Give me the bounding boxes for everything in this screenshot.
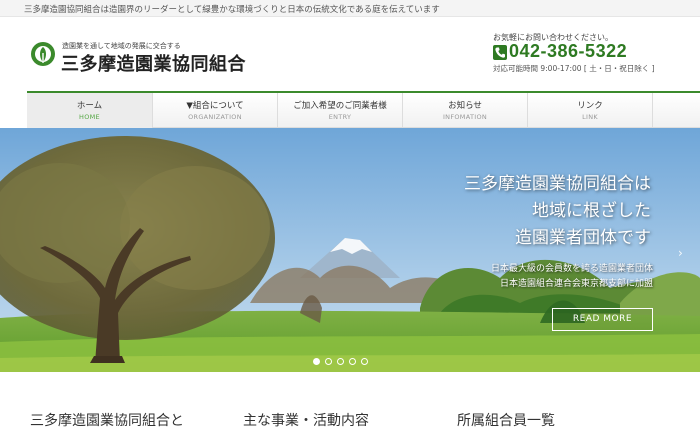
next-slide-arrow-icon[interactable]: › — [678, 246, 690, 262]
phone-number[interactable]: 042-386-5322 — [509, 41, 627, 62]
nav-label: ご加入希望のご同業者様 — [293, 101, 387, 111]
nav-sublabel: ENTRY — [328, 113, 352, 121]
site-header: 造園業を通して地域の発展に交合する 三多摩造園業協同組合 お気軽にお問い合わせく… — [0, 17, 700, 92]
slide-dot[interactable] — [325, 358, 332, 365]
nav-sublabel: HOME — [79, 113, 100, 121]
site-logo-name[interactable]: 三多摩造園業協同組合 — [61, 50, 246, 76]
slide-dot[interactable] — [313, 358, 320, 365]
top-info-text: 三多摩造園協同組合は造園界のリーダーとして緑豊かな環境づくりと日本の伝統文化であ… — [24, 5, 440, 15]
slide-dot[interactable] — [349, 358, 356, 365]
slide-dot[interactable] — [361, 358, 368, 365]
hero-heading-line: 造園業者団体です — [515, 228, 651, 248]
phone-icon — [493, 45, 507, 60]
content-sections: 三多摩造園業協同組合と 主な事業・活動内容 所属組合員一覧 — [0, 372, 700, 440]
nav-sublabel: LINK — [582, 113, 598, 121]
read-more-button[interactable]: READ MORE — [552, 308, 653, 331]
nav-label: ▼組合について — [186, 101, 244, 111]
nav-item-entry[interactable]: ご加入希望のご同業者様 ENTRY — [278, 93, 403, 128]
nav-sublabel: INFOMATION — [442, 113, 488, 121]
nav-item-link[interactable]: リンク LINK — [528, 93, 653, 128]
nav-sublabel: ORGANIZATION — [188, 113, 242, 121]
nav-label: お知らせ — [448, 101, 482, 111]
nav-item-home[interactable]: ホーム HOME — [27, 93, 153, 128]
hero-subtext-line: 日本最大級の会員数を誇る造園業者団体 — [490, 264, 653, 274]
main-nav: ホーム HOME ▼組合について ORGANIZATION ご加入希望のご同業者… — [27, 91, 700, 128]
section-title-about[interactable]: 三多摩造園業協同組合と — [30, 410, 184, 430]
business-hours: 対応可能時間 9:00-17:00 [ 土・日・祝日除く ] — [493, 64, 655, 73]
section-title-members[interactable]: 所属組合員一覧 — [457, 410, 555, 430]
section-title-activities[interactable]: 主な事業・活動内容 — [243, 410, 369, 430]
hero-subtext-line: 日本造園組合連合会東京都支部に加盟 — [499, 279, 653, 289]
nav-label: ホーム — [76, 101, 103, 111]
hero-heading-line: 地域に根ざした — [532, 201, 651, 221]
hero-subtext: 日本最大級の会員数を誇る造園業者団体 日本造園組合連合会東京都支部に加盟 — [491, 262, 653, 292]
nav-item-organization[interactable]: ▼組合について ORGANIZATION — [153, 93, 278, 128]
hero-heading-line: 三多摩造園業協同組合は — [464, 174, 651, 194]
nav-item-information[interactable]: お知らせ INFOMATION — [403, 93, 528, 128]
slide-dot[interactable] — [337, 358, 344, 365]
hero-slider[interactable]: 三多摩造園業協同組合は 地域に根ざした 造園業者団体です 日本最大級の会員数を誇… — [0, 128, 700, 372]
logo-icon[interactable] — [30, 41, 56, 67]
nav-label: リンク — [577, 101, 603, 111]
top-info-bar: 三多摩造園協同組合は造園界のリーダーとして緑豊かな環境づくりと日本の伝統文化であ… — [0, 0, 700, 17]
hero-heading: 三多摩造園業協同組合は 地域に根ざした 造園業者団体です — [464, 171, 651, 252]
